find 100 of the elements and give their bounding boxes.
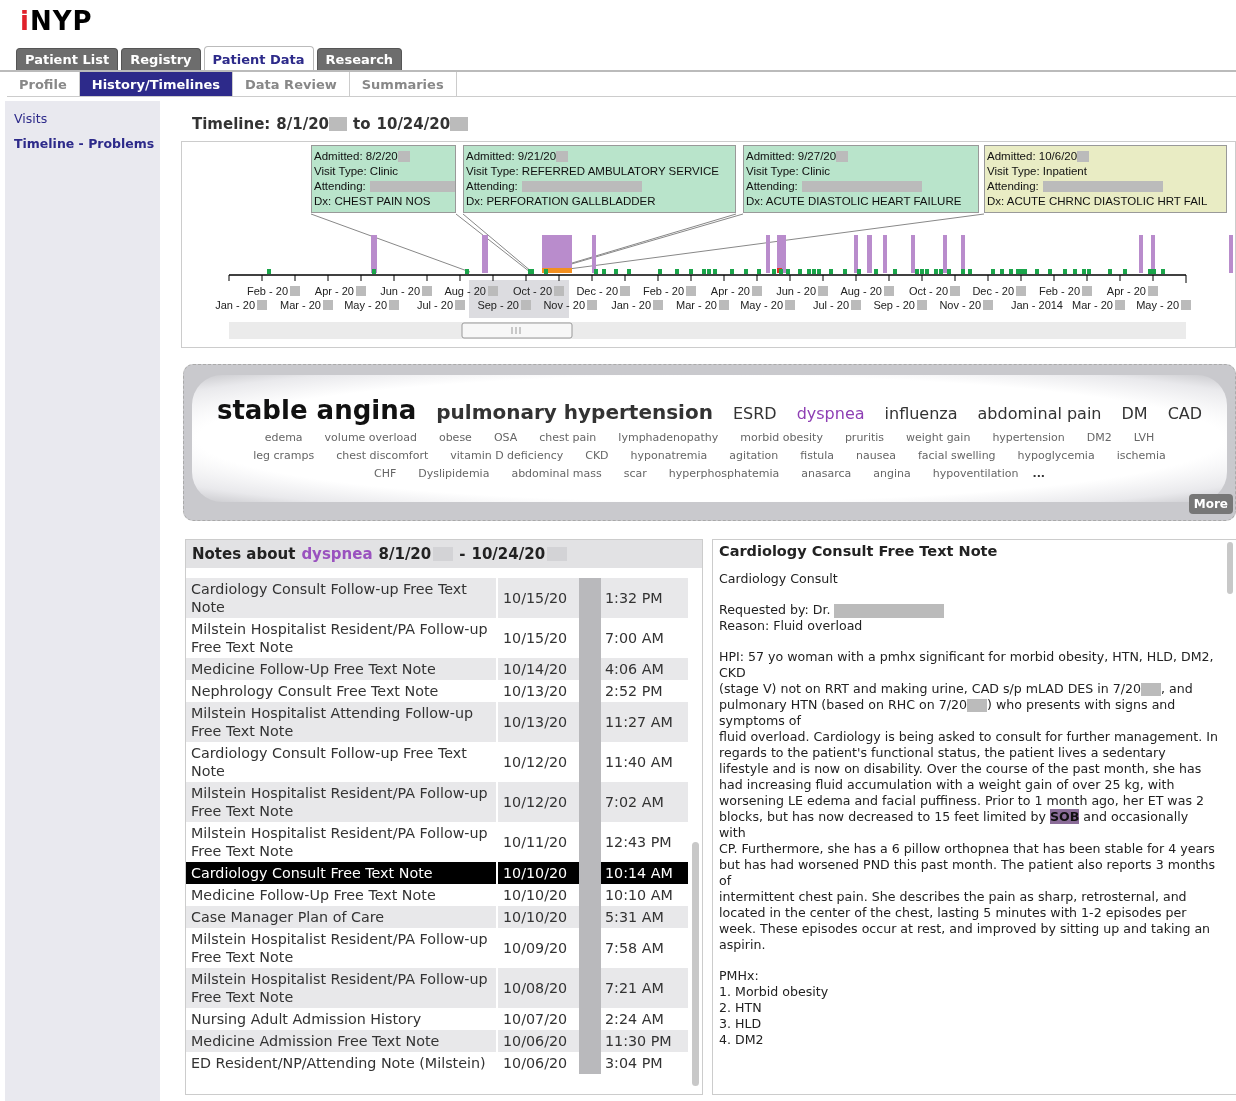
vertical-scrollbar[interactable]	[692, 842, 699, 1086]
note-text: PMHx:	[719, 968, 760, 984]
problem-tag[interactable]: agitation	[729, 446, 779, 465]
problem-tag[interactable]: LVH	[1133, 428, 1155, 447]
problem-tag[interactable]: ischemia	[1116, 446, 1166, 465]
more-ellipsis-link[interactable]: ...	[1032, 464, 1045, 483]
app-logo: iNYP	[19, 5, 93, 38]
note-text: aspirin.	[719, 937, 767, 953]
problem-tag[interactable]: scar	[623, 464, 647, 483]
month-label: Sep - 20	[873, 299, 915, 311]
problem-tag[interactable]: OSA	[493, 428, 518, 447]
problem-tag[interactable]: hypertension	[992, 428, 1065, 447]
month-label: Apr - 20	[1106, 285, 1146, 297]
note-date: 10/11/20	[502, 834, 569, 850]
problem-tag[interactable]: fistula	[800, 446, 834, 465]
note-row[interactable]: Milstein Hospitalist Resident/PA Follow-up Free Text Note 10/08/20 7:21 AM	[186, 968, 688, 1008]
month-label: Jul - 20	[416, 299, 453, 311]
problem-tag[interactable]: lymphadenopathy	[618, 428, 719, 447]
sidebar-link[interactable]: Timeline - Problems	[14, 136, 155, 151]
problem-tag[interactable]: pruritis	[844, 428, 885, 447]
note-time: 7:00 AM	[604, 630, 665, 646]
problem-tag[interactable]: edema	[264, 428, 303, 447]
problem-tag[interactable]: DM2	[1086, 428, 1112, 447]
admitted-date: Admitted: 9/21/20	[466, 149, 557, 164]
visit-type: Visit Type: Inpatient	[987, 164, 1088, 179]
month-label: Aug - 20	[444, 285, 486, 297]
redaction-block	[1077, 151, 1090, 162]
note-time: 11:40 AM	[604, 754, 674, 770]
timeline-label: Timeline:	[192, 115, 271, 133]
problem-tag[interactable]: abdominal pain	[977, 403, 1102, 423]
month-label: Nov - 20	[939, 299, 981, 311]
subnav-tab[interactable]: History/Timelines	[79, 72, 234, 96]
note-row[interactable]: Case Manager Plan of Care 10/10/20 5:31 AM	[186, 906, 688, 928]
problem-tag[interactable]: influenza	[884, 403, 958, 423]
redaction-block	[556, 151, 569, 162]
month-label: Apr - 20	[314, 285, 354, 297]
problem-tag[interactable]: ESRD	[732, 403, 777, 423]
note-title: ED Resident/NP/Attending Note (Milstein)	[186, 1052, 498, 1074]
vertical-scrollbar[interactable]	[1227, 542, 1233, 594]
note-time: 11:30 PM	[604, 1033, 673, 1049]
problem-tag[interactable]: hyperphosphatemia	[668, 464, 780, 483]
month-label: May - 20	[344, 299, 387, 311]
redaction-block	[329, 117, 348, 131]
problem-tag[interactable]: Dyslipidemia	[418, 464, 490, 483]
problem-tag[interactable]: stable angina	[216, 394, 417, 425]
problem-tag[interactable]: CAD	[1167, 403, 1203, 423]
problem-tag[interactable]: facial swelling	[917, 446, 996, 465]
note-row[interactable]: Cardiology Consult Free Text Note 10/10/20 10:14 AM	[186, 862, 688, 884]
month-label: Jan - 2014	[1011, 299, 1063, 311]
problem-name: dyspnea	[301, 545, 373, 563]
note-text: HPI: 57 yo woman with a pmhx significant for morbid obesity, HTN, HLD, DM2, CKD	[719, 649, 1215, 681]
problem-tag[interactable]: hypoglycemia	[1017, 446, 1095, 465]
notes-label: Notes about	[192, 545, 296, 563]
problem-tag[interactable]: CHF	[374, 464, 397, 483]
note-time: 11:27 AM	[604, 714, 674, 730]
problem-tag[interactable]: hyponatremia	[630, 446, 708, 465]
nav-tab[interactable]: Registry	[121, 48, 201, 70]
problem-tag[interactable]: hypoventilation	[932, 464, 1019, 483]
problem-tag[interactable]: chest discomfort	[336, 446, 429, 465]
problem-tag[interactable]: volume overload	[324, 428, 417, 447]
problem-tag[interactable]: vitamin D deficiency	[450, 446, 564, 465]
note-row[interactable]: Medicine Admission Free Text Note 10/06/20 11:30 PM	[186, 1030, 688, 1052]
horizontal-scrollbar[interactable]	[229, 322, 1186, 339]
note-text: 1. Morbid obesity	[719, 984, 830, 1000]
note-row[interactable]: Milstein Hospitalist Attending Follow-up Free Text Note 10/13/20 11:27 AM	[186, 702, 688, 742]
nav-tab[interactable]: Patient List	[16, 48, 119, 70]
note-time: 10:14 AM	[604, 865, 674, 881]
problem-tag[interactable]: dyspnea	[796, 403, 865, 423]
note-time: 4:06 AM	[604, 661, 665, 677]
month-label: Oct - 20	[908, 285, 948, 297]
more-button[interactable]: More	[1188, 494, 1233, 514]
diagnosis: Dx: ACUTE CHRNC DIASTOLIC HRT FAIL	[987, 194, 1209, 209]
note-row[interactable]: Milstein Hospitalist Resident/PA Follow-up Free Text Note 10/12/20 7:02 AM	[186, 782, 688, 822]
problem-tag[interactable]: pulmonary hypertension	[436, 399, 713, 424]
note-row[interactable]: Cardiology Consult Follow-up Free Text Note 10/15/20 1:32 PM	[186, 578, 688, 618]
note-time: 5:31 AM	[604, 909, 665, 925]
attending-label: Attending:	[987, 179, 1039, 194]
problem-tag[interactable]: abdominal mass	[511, 464, 602, 483]
timeline-end-date: 10/24/20	[376, 115, 451, 133]
nav-tab[interactable]: Research	[316, 48, 403, 70]
note-date: 10/12/20	[502, 754, 569, 770]
problem-tag[interactable]: morbid obesity	[740, 428, 823, 447]
timeline-start-date: 8/1/20	[276, 115, 330, 133]
problem-tag[interactable]: weight gain	[906, 428, 971, 447]
note-row[interactable]: Medicine Follow-Up Free Text Note 10/14/20 4:06 AM	[186, 658, 688, 680]
problem-tag[interactable]: obese	[438, 428, 472, 447]
problem-tag[interactable]: anasarca	[801, 464, 852, 483]
note-date: 10/13/20	[502, 683, 569, 699]
month-label: Mar - 20	[676, 299, 717, 311]
problem-tag[interactable]: DM	[1121, 403, 1148, 423]
problem-tag[interactable]: leg cramps	[253, 446, 315, 465]
problem-tag[interactable]: nausea	[856, 446, 896, 465]
redaction-block	[397, 151, 410, 162]
problem-tag[interactable]: chest pain	[539, 428, 597, 447]
sidebar-link[interactable]: Visits	[14, 111, 48, 126]
problem-tag[interactable]: angina	[873, 464, 911, 483]
nav-tab[interactable]: Patient Data	[203, 46, 314, 70]
problem-tag[interactable]: CKD	[585, 446, 609, 465]
diagnosis: Dx: ACUTE DIASTOLIC HEART FAILURE	[746, 194, 963, 209]
month-label: Dec - 20	[576, 285, 618, 297]
